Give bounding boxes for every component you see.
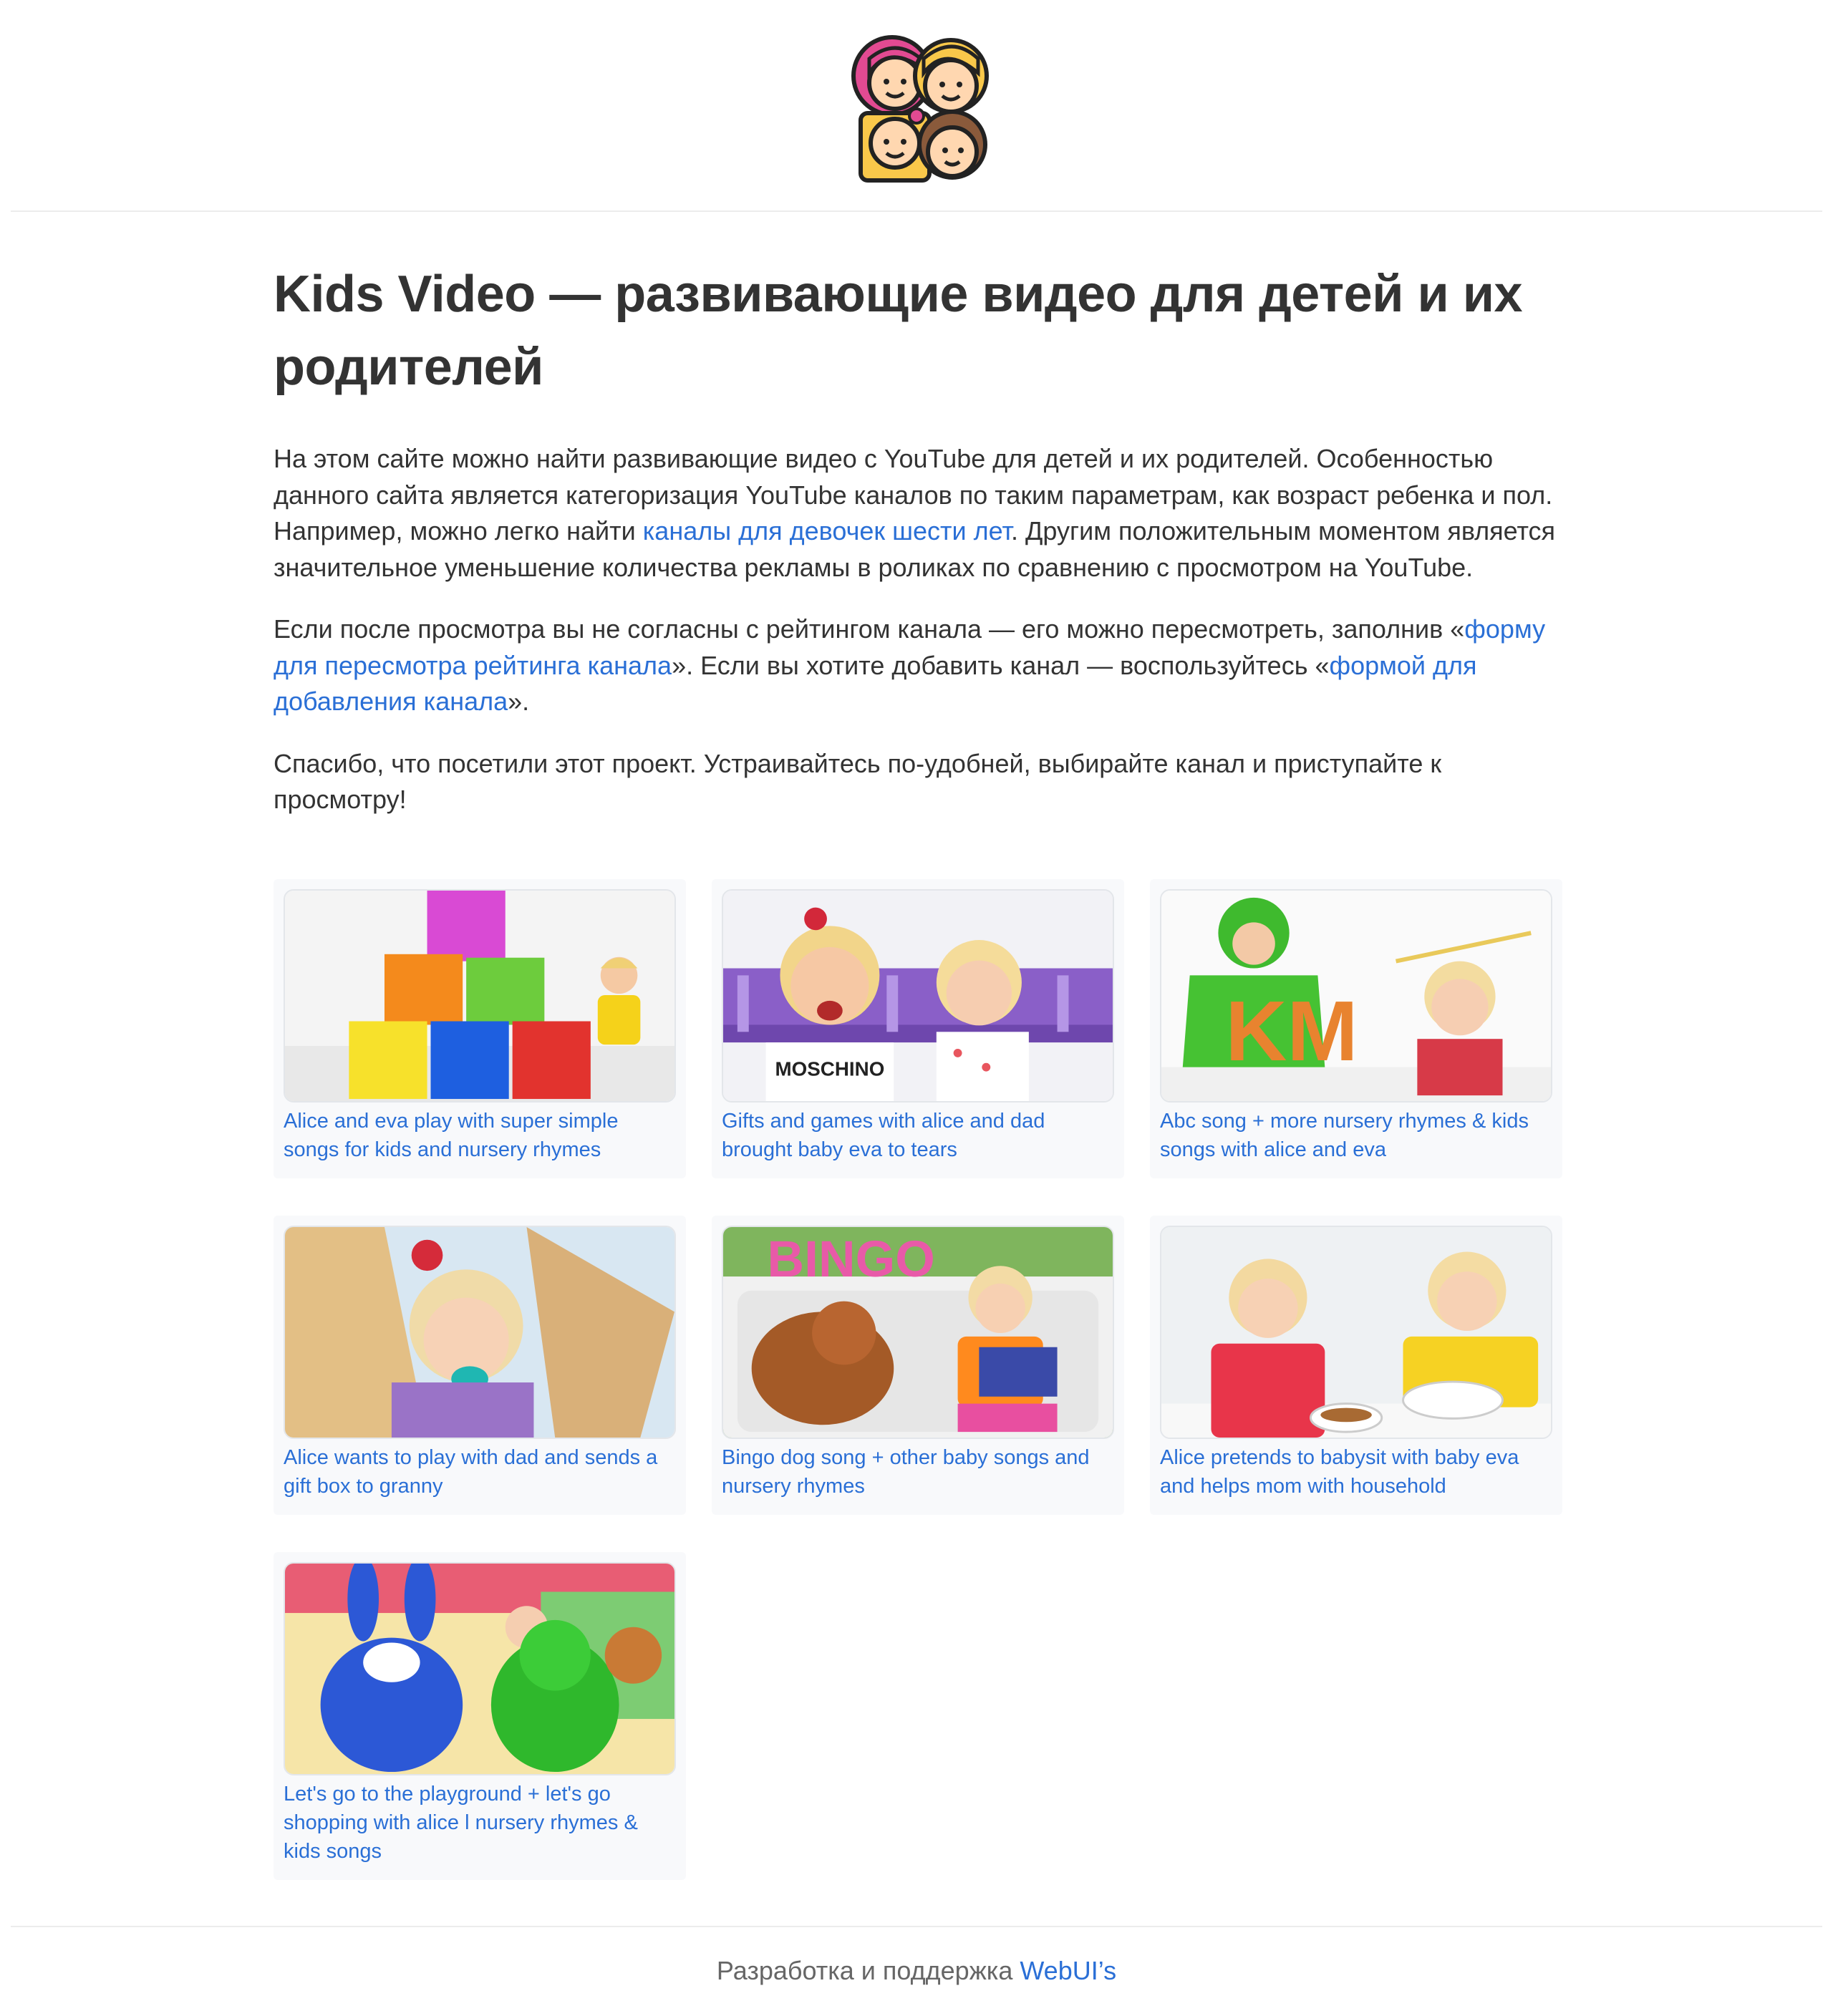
video-thumbnail[interactable] [1160,1226,1552,1439]
page-title: Kids Video — развивающие видео для детей… [274,266,1523,396]
video-title[interactable]: Alice pretends to babysit with baby eva … [1160,1443,1547,1501]
video-card[interactable]: Alice wants to play with dad and sends a… [274,1216,686,1515]
video-title[interactable]: Alice wants to play with dad and sends a… [284,1443,670,1501]
rating-paragraph: Если после просмотра вы не согласны с ре… [274,611,1562,720]
intro-paragraph: На этом сайте можно найти развивающие ви… [274,441,1562,586]
video-thumbnail[interactable] [284,1562,676,1775]
video-title[interactable]: Let's go to the playground + let's go sh… [284,1780,670,1866]
video-card[interactable]: Alice and eva play with super simple son… [274,879,686,1178]
video-card[interactable]: MOSCHINO Gifts and games with alice and … [712,879,1124,1178]
family-faces-icon[interactable] [845,30,998,183]
video-card[interactable]: Let's go to the playground + let's go sh… [274,1552,686,1880]
bingo-sign-text: BINGO [768,1231,935,1288]
footer-credits: Разработка и поддержка WebUI’s [11,1953,1822,1989]
video-thumbnail[interactable]: KM [1160,889,1552,1102]
video-title[interactable]: Alice and eva play with super simple son… [284,1107,670,1164]
video-card[interactable]: KM Abc song + more nursery rhymes & kids… [1150,879,1562,1178]
rating-text-middle: ». Если вы хотите добавить канал — воспо… [672,650,1330,680]
video-thumbnail[interactable]: MOSCHINO [722,889,1114,1102]
main-content: Kids Video — развивающие видео для детей… [274,258,1562,818]
video-thumbnail[interactable]: BINGO [722,1226,1114,1439]
shirt-text: MOSCHINO [775,1058,884,1080]
page: Kids Video — развивающие видео для детей… [0,0,1833,2016]
site-footer: Разработка и поддержка WebUI’s [11,1926,1822,1985]
rating-text-end: ». [508,687,530,716]
video-title[interactable]: Bingo dog song + other baby songs and nu… [722,1443,1108,1501]
video-title[interactable]: Gifts and games with alice and dad broug… [722,1107,1108,1164]
video-title[interactable]: Abc song + more nursery rhymes & kids so… [1160,1107,1547,1164]
rating-text-start: Если после просмотра вы не согласны с ре… [274,614,1465,644]
footer-label: Разработка и поддержка [716,1956,1020,1985]
thumbnail-letters: KM [1225,984,1358,1079]
video-card[interactable]: Alice pretends to babysit with baby eva … [1150,1216,1562,1515]
site-header [11,0,1822,212]
video-card[interactable]: BINGO Bingo dog song + other baby songs … [712,1216,1124,1515]
video-thumbnail[interactable] [284,1226,676,1439]
girls-six-years-link[interactable]: каналы для девочек шести лет [643,516,1011,546]
webui-link[interactable]: WebUI’s [1020,1956,1116,1985]
thanks-paragraph: Спасибо, что посетили этот проект. Устра… [274,748,1442,815]
video-thumbnail[interactable] [284,889,676,1102]
